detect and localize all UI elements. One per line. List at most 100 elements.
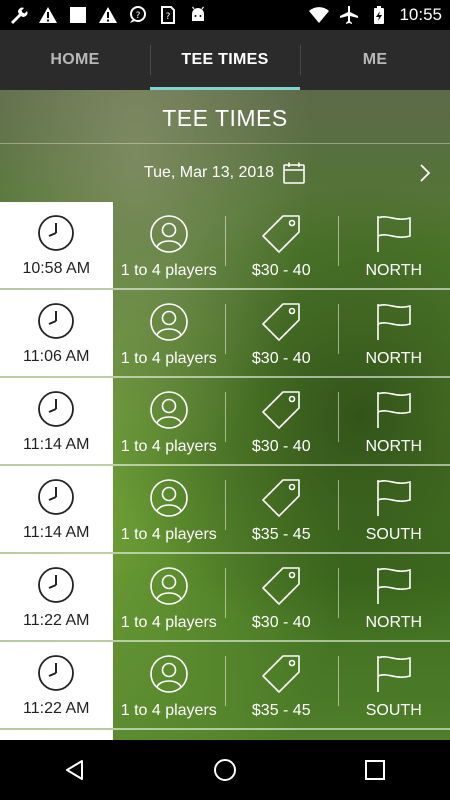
divider bbox=[225, 392, 226, 442]
battery-charging-icon bbox=[374, 6, 385, 24]
clock-icon bbox=[38, 391, 75, 427]
date-text: Tue, Mar 13, 2018 bbox=[143, 164, 275, 181]
players-cell: 1 to 4 players bbox=[113, 202, 226, 288]
time-cell: 11:14 AM bbox=[0, 466, 113, 552]
tab-tee-times[interactable]: TEE TIMES bbox=[150, 30, 300, 90]
course-cell: NORTH bbox=[337, 378, 450, 464]
tee-time-row[interactable]: 11:22 AM 1 to 4 players $35 - 45 SOUTH bbox=[0, 642, 450, 730]
price-cell: $30 - 40 bbox=[225, 202, 338, 288]
clock-icon bbox=[38, 479, 75, 515]
user-icon bbox=[149, 479, 188, 517]
tee-time: 11:14 AM bbox=[23, 436, 90, 453]
price-tag-icon bbox=[262, 303, 301, 341]
course-text: NORTH bbox=[365, 438, 423, 455]
divider bbox=[337, 392, 339, 442]
android-icon bbox=[192, 6, 204, 21]
divider bbox=[225, 656, 226, 706]
divider bbox=[337, 216, 339, 266]
recents-button[interactable] bbox=[345, 740, 405, 800]
tee-time: 10:58 AM bbox=[22, 260, 91, 277]
tab-divider bbox=[150, 45, 151, 75]
user-icon bbox=[149, 303, 188, 341]
time-cell bbox=[0, 730, 113, 740]
wifi-icon bbox=[309, 7, 330, 23]
divider bbox=[337, 568, 339, 618]
price-cell: $35 - 45 bbox=[225, 642, 338, 728]
tab-me[interactable]: ME bbox=[300, 30, 450, 90]
tee-time: 11:14 AM bbox=[23, 524, 90, 541]
divider bbox=[0, 143, 450, 144]
tee-time-row[interactable]: 11:22 AM 1 to 4 players $30 - 40 NORTH bbox=[0, 554, 450, 642]
price-tag-icon bbox=[262, 567, 301, 605]
svg-text:?: ? bbox=[166, 12, 171, 22]
flag-icon bbox=[376, 480, 411, 516]
calendar-icon[interactable] bbox=[282, 161, 306, 185]
tee-time: 11:22 AM bbox=[23, 612, 90, 629]
tee-time-row[interactable]: 10:58 AM 1 to 4 players $30 - 40 NORTH bbox=[0, 202, 450, 290]
price-tag-icon bbox=[262, 655, 301, 693]
tee-time-row-partial bbox=[0, 730, 450, 740]
price-text: $30 - 40 bbox=[251, 614, 311, 631]
price-tag-icon bbox=[262, 479, 301, 517]
price-text: $35 - 45 bbox=[251, 702, 311, 719]
course-text: NORTH bbox=[365, 262, 423, 279]
divider bbox=[225, 480, 226, 530]
players-text: 1 to 4 players bbox=[120, 350, 217, 367]
next-date-chevron-icon[interactable] bbox=[418, 163, 432, 183]
user-icon bbox=[149, 655, 188, 693]
airplane-icon bbox=[340, 6, 359, 24]
warning-icon bbox=[39, 7, 57, 23]
price-text: $35 - 45 bbox=[251, 526, 311, 543]
course-cell: SOUTH bbox=[337, 466, 450, 552]
players-text: 1 to 4 players bbox=[120, 438, 217, 455]
tab-home[interactable]: HOME bbox=[0, 30, 150, 90]
players-cell: 1 to 4 players bbox=[113, 642, 226, 728]
tee-times-list: 10:58 AM 1 to 4 players $30 - 40 NORTH 1… bbox=[0, 202, 450, 740]
sim-question-icon: ? bbox=[161, 6, 175, 24]
recents-square-icon bbox=[365, 760, 385, 780]
tee-time-row[interactable]: 11:14 AM 1 to 4 players $30 - 40 NORTH bbox=[0, 378, 450, 466]
price-tag-icon bbox=[262, 391, 301, 429]
clock-icon bbox=[38, 215, 75, 251]
players-text: 1 to 4 players bbox=[120, 262, 217, 279]
players-text: 1 to 4 players bbox=[120, 702, 217, 719]
tab-label: ME bbox=[362, 51, 388, 68]
divider bbox=[337, 304, 339, 354]
tee-time-row[interactable]: 11:14 AM 1 to 4 players $35 - 45 SOUTH bbox=[0, 466, 450, 554]
price-cell: $35 - 45 bbox=[225, 466, 338, 552]
clock-icon bbox=[38, 567, 75, 603]
price-tag-icon bbox=[262, 215, 301, 253]
time-cell: 11:22 AM bbox=[0, 554, 113, 640]
flag-icon bbox=[376, 304, 411, 340]
home-circle-icon bbox=[214, 759, 236, 781]
divider bbox=[225, 216, 226, 266]
flag-icon bbox=[376, 656, 411, 692]
price-cell: $30 - 40 bbox=[225, 554, 338, 640]
date-selector[interactable]: Tue, Mar 13, 2018 bbox=[0, 146, 450, 200]
wrench-icon bbox=[11, 7, 28, 24]
tee-time-row[interactable]: 11:06 AM 1 to 4 players $30 - 40 NORTH bbox=[0, 290, 450, 378]
back-button[interactable] bbox=[45, 740, 105, 800]
course-cell: NORTH bbox=[337, 290, 450, 376]
players-cell: 1 to 4 players bbox=[113, 466, 226, 552]
price-cell: $30 - 40 bbox=[225, 290, 338, 376]
price-cell: $30 - 40 bbox=[225, 378, 338, 464]
course-cell: NORTH bbox=[337, 202, 450, 288]
players-cell: 1 to 4 players bbox=[113, 554, 226, 640]
tab-divider bbox=[300, 45, 301, 75]
price-text: $30 - 40 bbox=[251, 262, 311, 279]
back-triangle-icon bbox=[66, 760, 83, 780]
home-button[interactable] bbox=[195, 740, 255, 800]
user-icon bbox=[149, 567, 188, 605]
tee-time: 11:22 AM bbox=[23, 700, 90, 717]
status-bar: ? ? 10:55 bbox=[0, 0, 450, 30]
divider bbox=[225, 304, 226, 354]
players-cell: 1 to 4 players bbox=[113, 290, 226, 376]
flag-icon bbox=[376, 392, 411, 428]
divider bbox=[337, 656, 339, 706]
course-text: SOUTH bbox=[365, 526, 422, 543]
tab-label: TEE TIMES bbox=[181, 51, 269, 68]
course-cell: NORTH bbox=[337, 554, 450, 640]
divider bbox=[225, 568, 226, 618]
page-title: TEE TIMES bbox=[162, 104, 288, 131]
